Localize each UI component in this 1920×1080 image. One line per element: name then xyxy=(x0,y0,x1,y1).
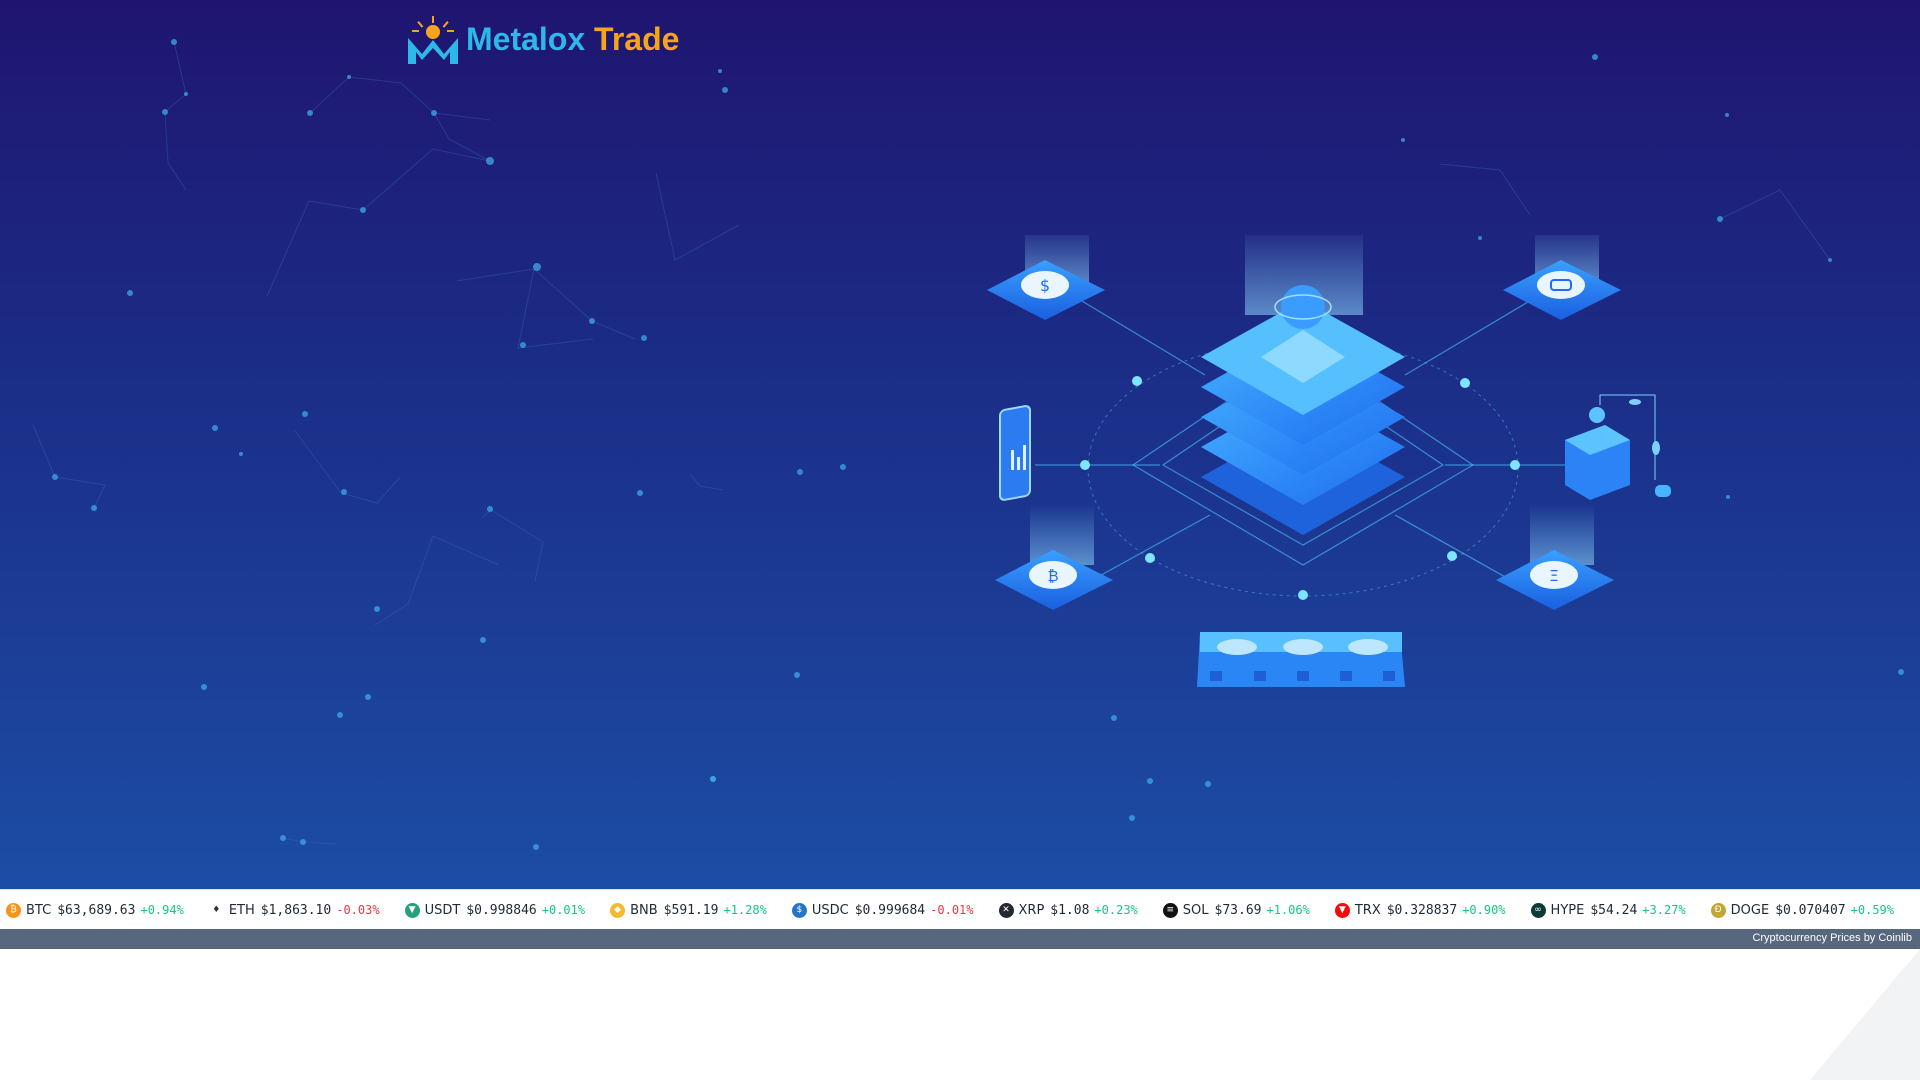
ticker-price: $0.328837 xyxy=(1386,902,1458,918)
ticker-item[interactable]: ✕ XRP $1.08 +0.23% xyxy=(998,902,1138,918)
sun-m-logo-icon xyxy=(408,15,458,64)
ticker-price: $1,863.10 xyxy=(260,902,332,918)
ticker-price: $0.070407 xyxy=(1775,902,1846,918)
ticker-item[interactable]: Ð DOGE $0.070407 +0.59% xyxy=(1710,902,1894,918)
ticker-symbol: HYPE xyxy=(1550,902,1585,918)
ticker-symbol: BTC xyxy=(26,902,52,918)
ticker-change: +0.94% xyxy=(140,903,184,917)
ticker-item[interactable]: ♦ ETH $1,863.10 -0.03% xyxy=(208,902,380,918)
decorative-corner-shape xyxy=(1810,949,1920,1080)
ticker-symbol: TRX xyxy=(1354,902,1381,918)
brand-name: Metalox Trade xyxy=(466,21,680,57)
ticker-symbol: BNB xyxy=(630,902,658,918)
hero-section: Metalox Trade $ ₿ Ξ xyxy=(0,0,1920,889)
brand-logo[interactable]: Metalox Trade xyxy=(404,12,679,67)
ticker-item[interactable]: ▼ TRX $0.328837 +0.90% xyxy=(1334,902,1506,918)
dogecoin-icon: Ð xyxy=(1710,902,1726,918)
ticker-price: $0.999684 xyxy=(854,902,926,918)
bnb-icon: ◆ xyxy=(610,902,626,918)
ticker-change: +1.28% xyxy=(723,903,767,917)
svg-text:Ξ: Ξ xyxy=(1549,567,1558,585)
hyperliquid-icon: ∞ xyxy=(1530,902,1546,918)
tron-icon: ▼ xyxy=(1334,902,1350,918)
blockchain-server-isometric-illustration: $ ₿ Ξ xyxy=(987,235,1671,687)
crypto-price-ticker[interactable]: ₿ BTC $63,689.63 +0.94% ♦ ETH $1,863.10 -0.03% ▼… xyxy=(0,889,1920,930)
xrp-icon: ✕ xyxy=(998,902,1014,918)
ticker-change: -0.01% xyxy=(930,903,974,917)
bitcoin-icon: ₿ xyxy=(6,902,21,918)
ticker-symbol: XRP xyxy=(1018,902,1045,918)
ticker-item[interactable]: $ USDC $0.999684 -0.01% xyxy=(791,902,974,918)
ticker-symbol: SOL xyxy=(1182,902,1209,918)
svg-text:₿: ₿ xyxy=(1047,567,1058,585)
ticker-item[interactable]: ≡ SOL $73.69 +1.06% xyxy=(1162,902,1310,918)
ticker-price: $73.69 xyxy=(1214,902,1262,918)
ticker-track: ₿ BTC $63,689.63 +0.94% ♦ ETH $1,863.10 -0.03% ▼… xyxy=(0,890,1920,930)
ticker-price: $1.08 xyxy=(1050,902,1090,918)
ticker-symbol: USDC xyxy=(811,902,849,918)
coinlib-credit-link[interactable]: Cryptocurrency Prices by Coinlib xyxy=(1752,932,1912,944)
ticker-price: $54.24 xyxy=(1590,902,1638,918)
ticker-price: $63,689.63 xyxy=(57,902,136,918)
tether-icon: ▼ xyxy=(404,902,420,918)
ticker-change: +0.90% xyxy=(1462,903,1506,917)
ticker-item[interactable]: ◆ BNB $591.19 +1.28% xyxy=(610,902,767,918)
ticker-change: +3.27% xyxy=(1642,903,1686,917)
ticker-change: -0.03% xyxy=(336,903,380,917)
ticker-credit-bar: Cryptocurrency Prices by Coinlib xyxy=(0,929,1920,949)
ticker-symbol: ETH xyxy=(228,902,255,918)
ticker-change: +0.23% xyxy=(1094,903,1138,917)
ticker-item[interactable]: ∞ HYPE $54.24 +3.27% xyxy=(1530,902,1686,918)
ticker-change: +0.59% xyxy=(1850,903,1894,917)
ticker-item[interactable]: ₿ BTC $63,689.63 +0.94% xyxy=(6,902,184,918)
usdc-icon: $ xyxy=(791,902,807,918)
svg-text:$: $ xyxy=(1040,276,1050,295)
ethereum-icon: ♦ xyxy=(208,902,224,918)
ticker-symbol: USDT xyxy=(424,902,461,918)
ticker-item[interactable]: ▼ USDT $0.998846 +0.01% xyxy=(404,902,586,918)
ticker-change: +0.01% xyxy=(541,903,586,917)
ticker-change: +1.06% xyxy=(1266,903,1310,917)
ticker-price: $591.19 xyxy=(663,902,719,918)
solana-icon: ≡ xyxy=(1162,902,1178,918)
ticker-price: $0.998846 xyxy=(466,902,537,918)
ticker-symbol: DOGE xyxy=(1730,902,1770,918)
